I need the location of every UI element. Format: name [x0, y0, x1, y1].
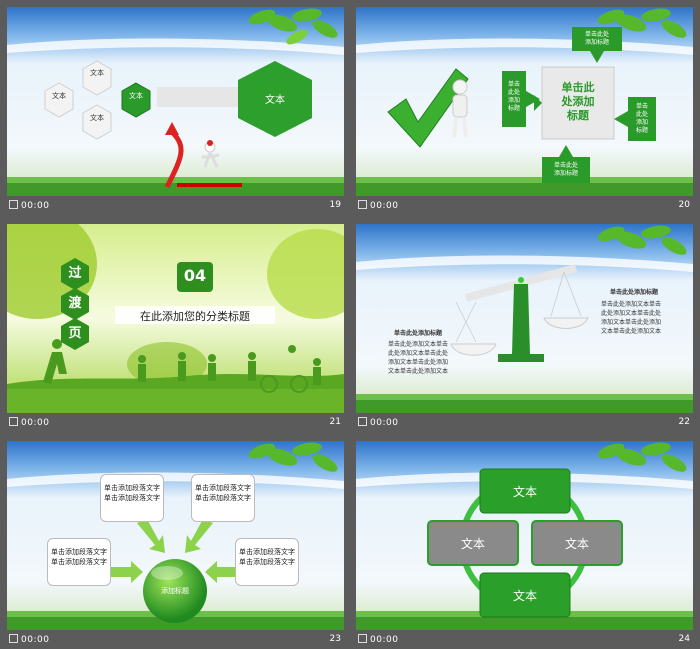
bottom-label: 单击此处 添加标题 [553, 162, 578, 177]
transition-icon [358, 200, 367, 209]
section-number: 04 [183, 266, 207, 285]
slide-number: 21 [329, 417, 341, 427]
slide-background [7, 441, 344, 630]
hex-green-label: 文本 [129, 92, 143, 100]
cycle-box-left: 文本 [460, 537, 485, 551]
vertical-title-3: 页 [68, 326, 82, 341]
left-body: 单击此处添加文本单击 此处添加文本单击此处 添加文本单击此处添加 文本单击此处添… [388, 341, 449, 375]
cycle-box-top: 文本 [512, 485, 537, 499]
slide-info-bar-23: 00:00 23 [7, 633, 344, 647]
slide-number: 20 [678, 200, 690, 210]
right-body: 单击此处添加文本单击 此处添加文本单击此处 添加文本单击此处添加 文本单击此处添… [601, 301, 662, 335]
slide-number: 23 [329, 634, 341, 644]
text-box-top-right[interactable]: 单击添加段落文字 单击添加段落文字 [191, 474, 255, 522]
right-title: 单击此处添加标题 [610, 289, 659, 296]
text-box-mid-left[interactable]: 单击添加段落文字 单击添加段落文字 [47, 538, 111, 586]
text-box-mid-right[interactable]: 单击添加段落文字 单击添加段落文字 [235, 538, 299, 586]
slide-info-bar-24: 00:00 24 [356, 633, 693, 647]
timing-indicator: 00:00 [358, 417, 398, 428]
slide-info-bar-19: 00:00 19 [7, 199, 344, 213]
slide-number: 24 [678, 634, 690, 644]
slide-info-bar-20: 00:00 20 [356, 199, 693, 213]
slide-number: 22 [678, 417, 690, 427]
transition-icon [9, 200, 18, 209]
hex-left-label: 文本 [52, 92, 66, 100]
section-subtitle: 在此添加您的分类标题 [140, 310, 250, 323]
hex-top-label: 文本 [90, 69, 104, 77]
slide-info-bar-21: 00:00 21 [7, 416, 344, 430]
transition-icon [9, 417, 18, 426]
transition-icon [358, 417, 367, 426]
center-title: 添加标题 [161, 587, 189, 595]
vertical-title-1: 过 [68, 266, 82, 281]
slide-thumbnail-19[interactable]: 文本 文本 文本 文本 文本 [7, 7, 344, 196]
slide-thumbnail-22[interactable]: 单击此处添加标题 单击此处添加文本单击 此处添加文本单击此处 添加文本单击此处添… [356, 224, 693, 413]
center-title: 单击此 处添加 标题 [561, 81, 595, 122]
slide-thumbnail-24[interactable]: 文本 文本 文本 文本 [356, 441, 693, 630]
top-label: 单击此处 添加标题 [584, 31, 609, 46]
text-box-top-left[interactable]: 单击添加段落文字 单击添加段落文字 [100, 474, 164, 522]
timing-indicator: 00:00 [358, 634, 398, 645]
timing-indicator: 00:00 [9, 417, 49, 428]
left-label: 单击 此处 添加 标题 [507, 81, 520, 112]
vertical-title-2: 渡 [68, 296, 82, 311]
cycle-box-bottom: 文本 [512, 589, 537, 603]
timing-indicator: 00:00 [9, 634, 49, 645]
slide-thumbnail-20[interactable]: 单击此 处添加 标题 单击此处 添加标题 单击 此处 添加 标题 单击 此处 添… [356, 7, 693, 196]
slide-number: 19 [329, 200, 341, 210]
hex-big-label: 文本 [265, 95, 285, 106]
hex-bottom-label: 文本 [90, 114, 104, 122]
timing-indicator: 00:00 [358, 200, 398, 211]
transition-icon [9, 634, 18, 643]
slide-thumbnail-21[interactable]: 过 渡 页 04 在此添加您的分类标题 [7, 224, 344, 413]
left-title: 单击此处添加标题 [394, 330, 443, 337]
timing-indicator: 00:00 [9, 200, 49, 211]
slide-info-bar-22: 00:00 22 [356, 416, 693, 430]
cycle-box-right: 文本 [564, 537, 589, 551]
slide-thumbnail-23[interactable]: 单击添加段落文字 单击添加段落文字 单击添加段落文字 单击添加段落文字 单击添加… [7, 441, 344, 630]
transition-icon [358, 634, 367, 643]
right-label: 单击 此处 添加 标题 [635, 103, 648, 134]
